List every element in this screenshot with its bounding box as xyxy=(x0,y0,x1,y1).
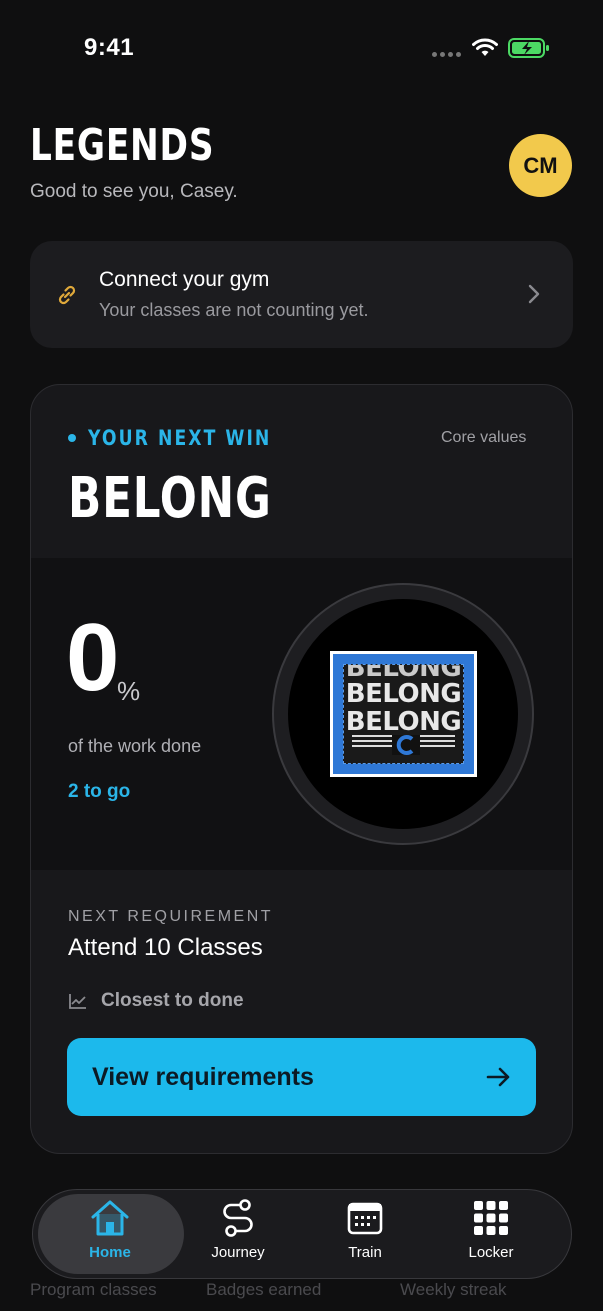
link-icon xyxy=(58,285,76,305)
tab-train[interactable]: Train xyxy=(305,1196,425,1261)
route-icon xyxy=(223,1199,253,1237)
profile-avatar[interactable]: CM xyxy=(509,134,572,197)
stat-weekly-streak-label: Weekly streak xyxy=(400,1280,507,1299)
view-requirements-label: View requirements xyxy=(92,1063,314,1091)
tab-locker-label: Locker xyxy=(468,1244,514,1261)
closest-to-done-hint: Closest to done xyxy=(101,990,244,1011)
tab-home-label: Home xyxy=(89,1244,131,1261)
patch-logo-icon xyxy=(392,735,420,755)
greeting-text: Good to see you, Casey. xyxy=(30,181,238,202)
patch-word-3: BELONG xyxy=(345,707,462,737)
next-requirement-text: Attend 10 Classes xyxy=(68,934,263,961)
calendar-icon xyxy=(347,1202,383,1235)
view-requirements-button[interactable]: View requirements xyxy=(67,1038,536,1116)
progress-caption: of the work done xyxy=(68,736,202,756)
trend-chart-icon xyxy=(69,994,86,1009)
chevron-right-icon xyxy=(528,284,540,304)
belong-badge-patch[interactable]: BELONG BELONG BELONG xyxy=(330,651,477,777)
connect-gym-title: Connect your gym xyxy=(99,268,270,291)
connect-gym-subtitle: Your classes are not counting yet. xyxy=(99,300,369,320)
wifi-icon xyxy=(472,38,498,56)
grid-icon xyxy=(474,1201,508,1235)
battery-charging-icon xyxy=(508,38,549,58)
tab-journey-label: Journey xyxy=(211,1244,265,1261)
home-icon xyxy=(91,1200,129,1236)
app-brand-title: LEGENDS xyxy=(30,120,215,171)
arrow-right-icon xyxy=(486,1067,510,1087)
status-time: 9:41 xyxy=(84,34,135,61)
next-requirement-label: NEXT REQUIREMENT xyxy=(68,908,274,925)
badge-category: Core values xyxy=(441,429,527,446)
badge-title: BELONG xyxy=(68,466,272,531)
tab-train-label: Train xyxy=(348,1244,382,1261)
cellular-signal-icon xyxy=(432,52,462,58)
tab-locker[interactable]: Locker xyxy=(431,1196,551,1261)
stat-program-classes-label: Program classes xyxy=(30,1280,157,1299)
remaining-count: 2 to go xyxy=(68,781,131,802)
connect-gym-card[interactable] xyxy=(30,241,573,348)
tab-journey[interactable]: Journey xyxy=(178,1196,298,1261)
stat-badges-earned-label: Badges earned xyxy=(206,1280,322,1299)
progress-percent-unit: % xyxy=(117,676,141,706)
next-win-kicker: YOUR NEXT WIN xyxy=(88,426,272,450)
progress-percent-value: 0 xyxy=(66,604,120,711)
tab-home[interactable]: Home xyxy=(50,1196,170,1261)
patch-word-2: BELONG xyxy=(345,679,462,709)
kicker-dot xyxy=(68,434,76,442)
